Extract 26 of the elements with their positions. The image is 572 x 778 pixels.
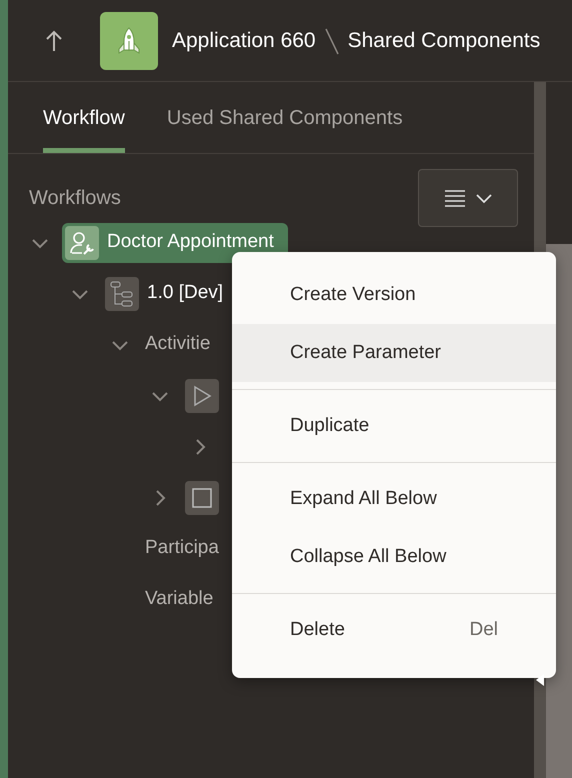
tree-node[interactable]: Doctor Appointment: [62, 222, 288, 262]
user-wrench-icon: [65, 226, 99, 260]
tree-heading: Workflows: [29, 186, 121, 211]
tree-item[interactable]: Doctor Appointment: [107, 228, 274, 257]
breadcrumb-link[interactable]: Shared Components: [348, 24, 540, 56]
rocket-icon: [100, 12, 158, 70]
menu-item[interactable]: Collapse All Below: [232, 528, 556, 586]
play-icon: [185, 378, 219, 412]
square-icon: [185, 480, 219, 514]
menu-item[interactable]: Create Version: [232, 266, 556, 324]
breadcrumb-link[interactable]: Application 660: [172, 24, 316, 56]
caret-icon: [475, 192, 493, 204]
hierarchy-icon: [105, 276, 139, 310]
tab[interactable]: Used Shared Components: [166, 82, 403, 153]
tree-item[interactable]: Participa: [145, 534, 219, 563]
menu-item[interactable]: Duplicate: [232, 397, 556, 455]
tree-item[interactable]: 1.0 [Dev]: [147, 279, 224, 308]
menu-button[interactable]: [418, 169, 518, 227]
tree-item[interactable]: Activitie: [145, 330, 210, 359]
menu-item[interactable]: Delete Del: [232, 601, 556, 659]
tree-item[interactable]: Variable: [145, 585, 214, 614]
tab[interactable]: Workflow: [43, 82, 125, 153]
list-icon: [443, 188, 467, 208]
shortcut-text: Del: [469, 618, 498, 642]
menu-item[interactable]: Create Parameter: [232, 324, 556, 382]
menu-item[interactable]: Expand All Below: [232, 470, 556, 528]
